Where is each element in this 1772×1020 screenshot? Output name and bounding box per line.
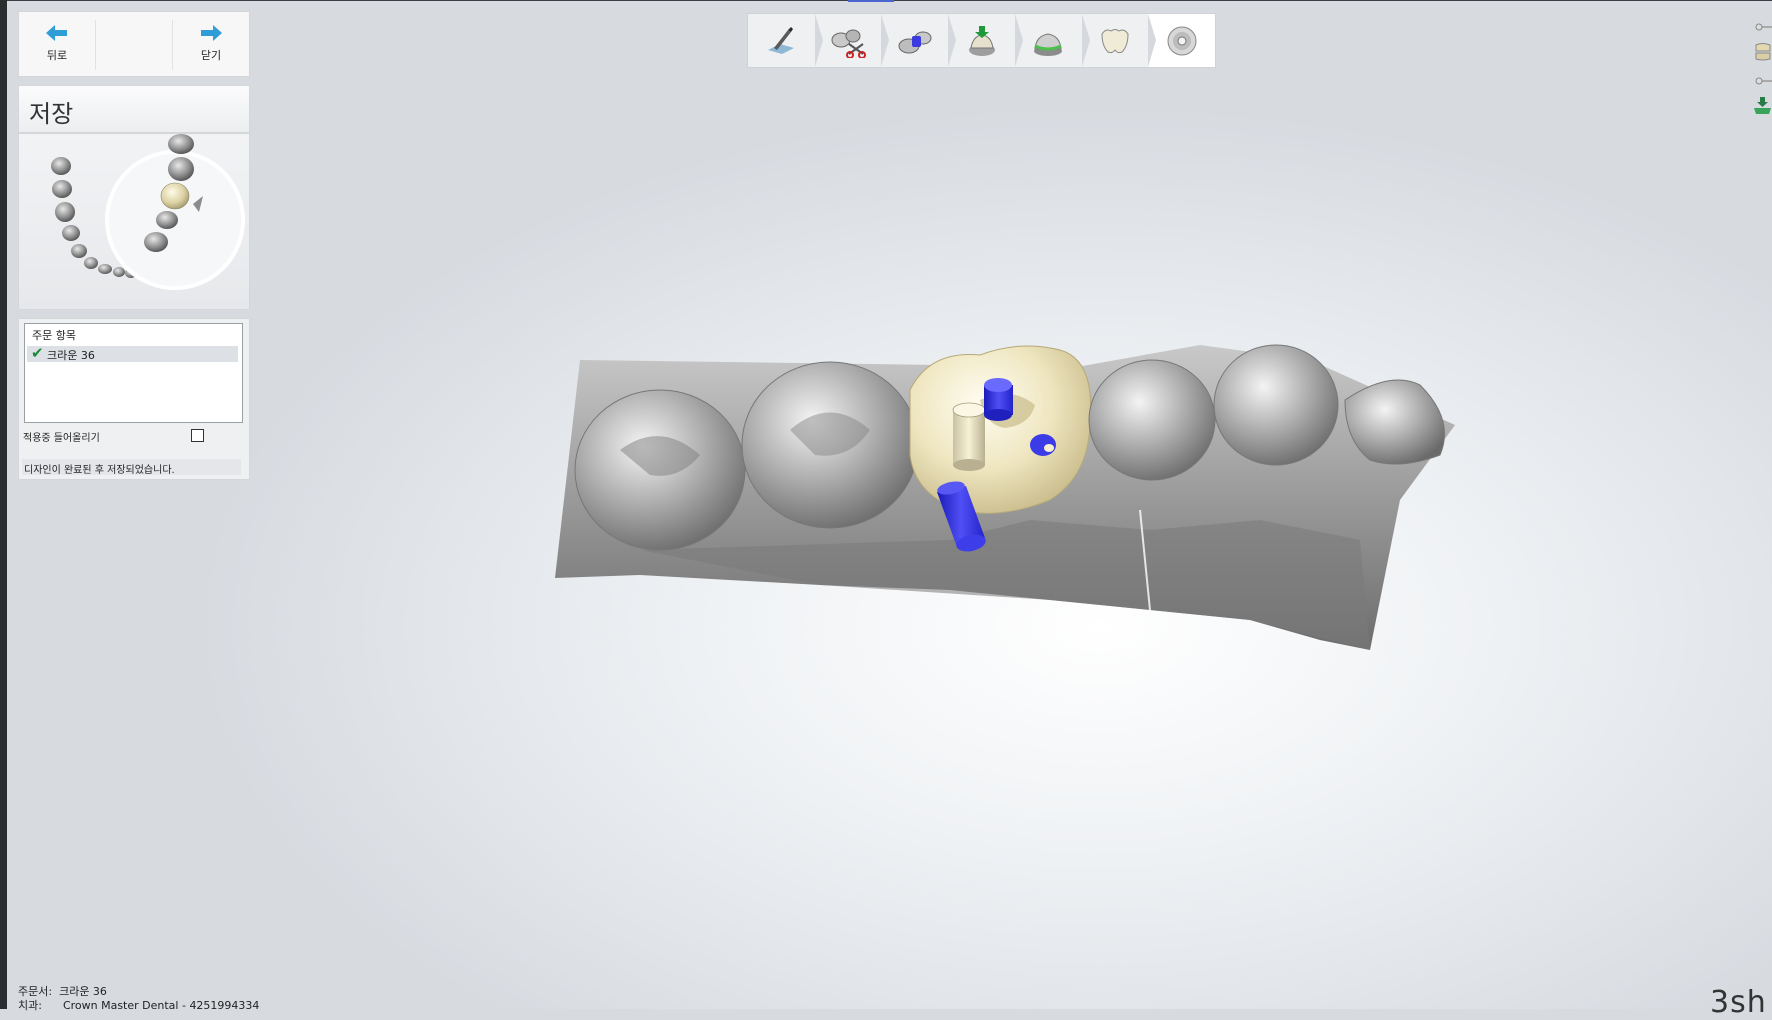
tool-cement-gap[interactable] xyxy=(1014,14,1082,67)
crown-tooth-icon xyxy=(1101,28,1129,53)
tooth-fissure xyxy=(620,436,700,476)
scissors-trim-icon xyxy=(831,29,867,58)
page-title: 저장 xyxy=(29,100,74,128)
tooth-icon[interactable] xyxy=(62,225,80,241)
tooth-arch-panel[interactable] xyxy=(18,133,250,310)
crown-36[interactable] xyxy=(909,345,1092,514)
order-items-list[interactable]: 주문 항목 ✔ 크라운 36 xyxy=(24,323,243,423)
tool-crown-design[interactable] xyxy=(1081,14,1149,67)
arrow-right-icon xyxy=(201,25,222,41)
lift-option-checkbox[interactable] xyxy=(191,429,204,442)
dental-model xyxy=(555,344,1455,650)
order-items-panel: 주문 항목 ✔ 크라운 36 적용중 들어올리기 디자인이 완료된 후 저장되었… xyxy=(18,318,250,480)
export-tray-icon[interactable] xyxy=(1753,96,1772,115)
lift-option-label: 적용중 들어올리기 xyxy=(23,433,100,444)
tooth-premolar[interactable] xyxy=(1213,344,1339,466)
tooth-molar[interactable] xyxy=(574,389,746,551)
insertion-direction-icon xyxy=(968,25,995,56)
tooth-icon[interactable] xyxy=(84,257,98,269)
top-active-marker xyxy=(848,0,894,2)
workflow-toolbar xyxy=(747,13,1216,68)
lab-value: Crown Master Dental - 4251994334 xyxy=(62,999,260,1012)
tool-prepare-margin[interactable] xyxy=(748,14,815,67)
tooth-icon[interactable] xyxy=(168,157,194,181)
order-item-crown-36[interactable]: ✔ 크라운 36 xyxy=(27,344,238,362)
nav-divider xyxy=(95,20,96,70)
tooth-molar[interactable] xyxy=(741,361,919,529)
tooth-fissure xyxy=(790,412,870,456)
status-message: 디자인이 완료된 후 저장되었습니다. xyxy=(22,459,241,476)
model-viewport[interactable] xyxy=(0,0,1772,1009)
slider-handle-icon[interactable] xyxy=(1753,18,1772,37)
window-left-edge xyxy=(0,0,7,1009)
tooth-premolar[interactable] xyxy=(1088,359,1216,481)
tooth-icon[interactable] xyxy=(52,180,72,198)
order-item-label: 크라운 36 xyxy=(47,349,95,362)
prepare-margin-icon xyxy=(768,26,795,54)
model-seam xyxy=(1139,509,1151,611)
back-label: 뒤로 xyxy=(46,49,68,62)
tooth-arch-diagram[interactable] xyxy=(19,134,249,309)
tool-attachments[interactable] xyxy=(881,14,948,67)
tooth-icon[interactable] xyxy=(168,134,194,154)
tooth-icon[interactable] xyxy=(55,202,75,222)
tool-save[interactable] xyxy=(1148,14,1216,67)
teeth-view-icon[interactable] xyxy=(1753,42,1772,61)
white-cylinder-attachment xyxy=(952,402,986,471)
close-button[interactable]: 닫기 xyxy=(173,12,249,76)
lab-label: 치과: xyxy=(18,999,42,1012)
brand-logo: 3sh xyxy=(1710,985,1767,1020)
tooth-icon[interactable] xyxy=(98,264,112,274)
blue-lower-cylinder xyxy=(937,481,986,552)
lab-info: 치과: Crown Master Dental - 4251994334 xyxy=(18,997,259,1013)
blue-small-attachment xyxy=(1030,434,1056,456)
arrow-left-icon xyxy=(46,25,67,41)
tooth-canine[interactable] xyxy=(1344,379,1445,465)
tool-insertion-direction[interactable] xyxy=(948,14,1015,67)
back-button[interactable]: 뒤로 xyxy=(19,12,95,76)
attachment-blocks-icon xyxy=(898,31,932,53)
tooth-icon[interactable] xyxy=(156,211,178,229)
crown-fissure xyxy=(980,393,1035,428)
status-text: 디자인이 완료된 후 저장되었습니다. xyxy=(24,465,175,476)
close-label: 닫기 xyxy=(200,49,222,62)
tool-trim[interactable] xyxy=(814,14,882,67)
tooth-icon[interactable] xyxy=(113,267,125,277)
slider-handle-icon[interactable] xyxy=(1753,72,1772,91)
tooth-icon[interactable] xyxy=(144,232,168,252)
tooth-icon[interactable] xyxy=(51,157,71,175)
selected-tooth-36-icon[interactable] xyxy=(160,182,190,210)
step-title-panel: 저장 xyxy=(18,85,250,133)
order-items-header: 주문 항목 xyxy=(32,329,76,342)
cement-gap-icon xyxy=(1034,32,1063,56)
save-disc-icon xyxy=(1167,26,1197,55)
tooth-icon[interactable] xyxy=(71,244,87,258)
nav-panel: 뒤로 닫기 xyxy=(18,11,250,77)
check-icon: ✔ xyxy=(31,344,44,362)
blue-cylinder-attachment xyxy=(984,378,1013,421)
gum-base xyxy=(555,345,1455,650)
gum-shadow xyxy=(640,520,1370,650)
